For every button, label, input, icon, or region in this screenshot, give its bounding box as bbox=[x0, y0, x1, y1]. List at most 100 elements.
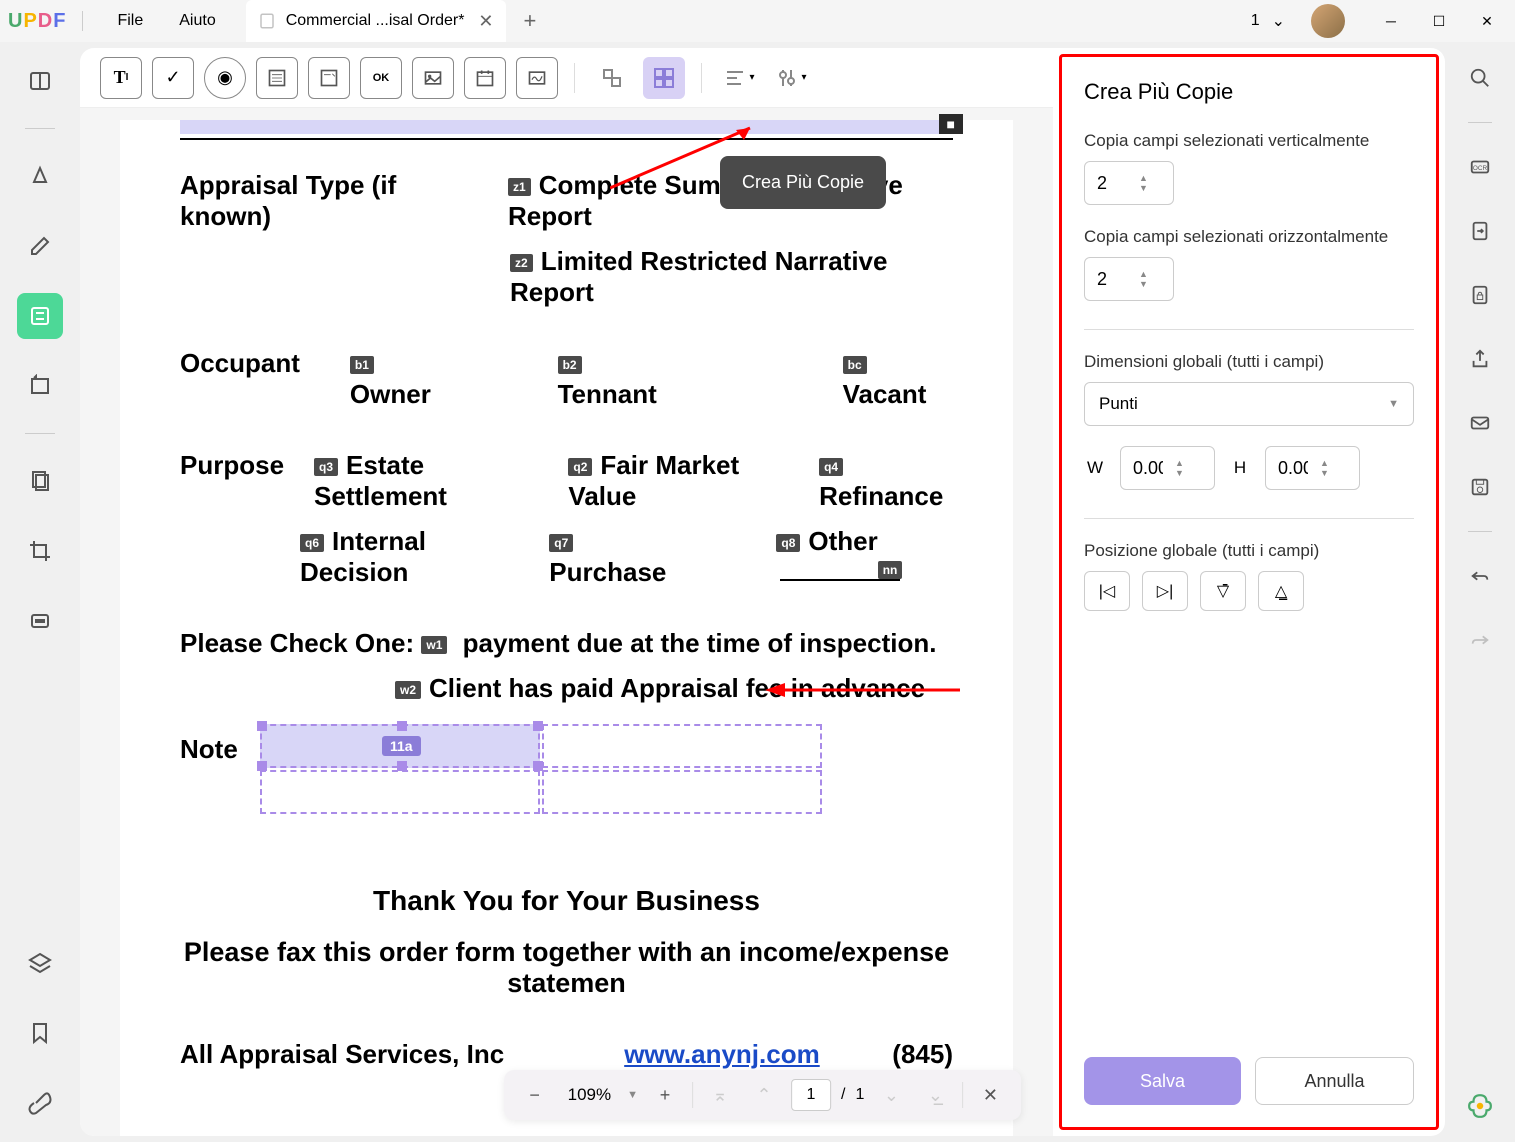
zoom-value[interactable]: 109% bbox=[562, 1085, 617, 1105]
right-rail: OCR bbox=[1445, 42, 1515, 1142]
field-q8[interactable]: q8 bbox=[776, 534, 800, 552]
prev-page-button[interactable]: ⌃ bbox=[747, 1078, 781, 1112]
page-sep: / bbox=[841, 1086, 845, 1104]
zoom-dropdown-icon[interactable]: ▼ bbox=[627, 1089, 638, 1101]
rail-bookmark-icon[interactable] bbox=[17, 1010, 63, 1056]
redo-icon[interactable] bbox=[1460, 620, 1500, 660]
multi-copy-tool[interactable] bbox=[643, 57, 685, 99]
rail-attachment-icon[interactable] bbox=[17, 1080, 63, 1126]
down-arrow-icon[interactable]: ▼ bbox=[1139, 279, 1148, 289]
chevron-down-icon[interactable]: ⌄ bbox=[1272, 11, 1285, 31]
protect-icon[interactable] bbox=[1460, 275, 1500, 315]
rail-highlight-icon[interactable] bbox=[17, 153, 63, 199]
ai-icon[interactable] bbox=[1460, 1086, 1500, 1126]
horizontal-copy-input[interactable]: ▲▼ bbox=[1084, 257, 1174, 301]
field-w1[interactable]: w1 bbox=[421, 636, 447, 654]
field-q3[interactable]: q3 bbox=[314, 458, 338, 476]
global-dims-label: Dimensioni globali (tutti i campi) bbox=[1084, 352, 1414, 372]
workspace-number[interactable]: 1 bbox=[1251, 12, 1260, 30]
ocr-icon[interactable]: OCR bbox=[1460, 147, 1500, 187]
field-z1[interactable]: z1 bbox=[508, 178, 531, 196]
menu-file[interactable]: File bbox=[99, 12, 161, 30]
height-input[interactable]: ▲▼ bbox=[1265, 446, 1360, 490]
user-avatar[interactable] bbox=[1311, 4, 1345, 38]
fax-text: Please fax this order form together with… bbox=[180, 937, 953, 999]
close-button[interactable]: ✕ bbox=[1467, 0, 1507, 42]
field-q4[interactable]: q4 bbox=[819, 458, 843, 476]
rail-layers-icon[interactable] bbox=[17, 940, 63, 986]
selected-field[interactable]: 11a bbox=[260, 724, 540, 768]
share-icon[interactable] bbox=[1460, 339, 1500, 379]
down-arrow-icon[interactable]: ▼ bbox=[1139, 183, 1148, 193]
up-arrow-icon[interactable]: ▲ bbox=[1139, 173, 1148, 183]
single-copy-tool[interactable] bbox=[591, 57, 633, 99]
minimize-button[interactable]: ─ bbox=[1371, 0, 1411, 42]
field-q6[interactable]: q6 bbox=[300, 534, 324, 552]
field-bc[interactable]: bc bbox=[843, 356, 867, 374]
last-page-button[interactable]: ⌄̲ bbox=[918, 1078, 952, 1112]
dropdown-tool[interactable] bbox=[308, 57, 350, 99]
height-label: H bbox=[1229, 458, 1251, 478]
settings-tool[interactable]: ▾ bbox=[770, 57, 812, 99]
new-tab-button[interactable]: + bbox=[524, 8, 537, 34]
undo-icon[interactable] bbox=[1460, 556, 1500, 596]
copy-preview-1 bbox=[542, 724, 822, 768]
signature-tool[interactable] bbox=[516, 57, 558, 99]
field-q2[interactable]: q2 bbox=[568, 458, 592, 476]
rail-reader-icon[interactable] bbox=[17, 58, 63, 104]
first-page-button[interactable]: ⌅ bbox=[703, 1078, 737, 1112]
document-viewport[interactable]: ■ Appraisal Type (if known) z1Complete S… bbox=[80, 108, 1053, 1136]
document-tab[interactable]: Commercial ...isal Order* ✕ bbox=[246, 0, 506, 42]
rail-form-icon[interactable] bbox=[17, 293, 63, 339]
rail-pages-icon[interactable] bbox=[17, 458, 63, 504]
field-nn[interactable]: nn bbox=[878, 561, 903, 579]
zoom-in-button[interactable]: + bbox=[648, 1078, 682, 1112]
next-page-button[interactable]: ⌄ bbox=[874, 1078, 908, 1112]
text-field-tool[interactable]: TI bbox=[100, 57, 142, 99]
zoom-out-button[interactable]: − bbox=[518, 1078, 552, 1112]
date-tool[interactable] bbox=[464, 57, 506, 99]
align-tool[interactable]: ▾ bbox=[718, 57, 760, 99]
note-label: Note bbox=[180, 734, 238, 764]
email-icon[interactable] bbox=[1460, 403, 1500, 443]
appraisal-type-label: Appraisal Type (if known) bbox=[180, 170, 468, 232]
save-icon[interactable] bbox=[1460, 467, 1500, 507]
button-tool[interactable]: OK bbox=[360, 57, 402, 99]
align-top-button[interactable]: ▽̄ bbox=[1200, 571, 1246, 611]
copy-preview-3 bbox=[542, 770, 822, 814]
rail-crop-icon[interactable] bbox=[17, 528, 63, 574]
checkbox-tool[interactable]: ✓ bbox=[152, 57, 194, 99]
align-right-button[interactable]: ▷| bbox=[1142, 571, 1188, 611]
units-select[interactable]: Punti▼ bbox=[1084, 382, 1414, 426]
rail-edit-icon[interactable] bbox=[17, 223, 63, 269]
page-input[interactable] bbox=[791, 1079, 831, 1111]
radio-tool[interactable]: ◉ bbox=[204, 57, 246, 99]
close-nav-button[interactable]: ✕ bbox=[973, 1078, 1007, 1112]
multi-copy-panel: Crea Più Copie Copia campi selezionati v… bbox=[1059, 54, 1439, 1130]
vertical-copy-input[interactable]: ▲▼ bbox=[1084, 161, 1174, 205]
document-page: ■ Appraisal Type (if known) z1Complete S… bbox=[120, 120, 1013, 1136]
search-icon[interactable] bbox=[1460, 58, 1500, 98]
rail-redact-icon[interactable] bbox=[17, 598, 63, 644]
listbox-tool[interactable] bbox=[256, 57, 298, 99]
field-q7[interactable]: q7 bbox=[549, 534, 573, 552]
up-arrow-icon[interactable]: ▲ bbox=[1139, 269, 1148, 279]
align-bottom-button[interactable]: △̲ bbox=[1258, 571, 1304, 611]
tab-close-icon[interactable]: ✕ bbox=[478, 11, 493, 32]
tooltip: Crea Più Copie bbox=[720, 156, 886, 209]
rail-organize-icon[interactable] bbox=[17, 363, 63, 409]
align-left-button[interactable]: |◁ bbox=[1084, 571, 1130, 611]
vertical-copy-label: Copia campi selezionati verticalmente bbox=[1084, 131, 1414, 151]
save-button[interactable]: Salva bbox=[1084, 1057, 1241, 1105]
image-tool[interactable] bbox=[412, 57, 454, 99]
company-url[interactable]: www.anynj.com bbox=[624, 1039, 820, 1070]
field-w2[interactable]: w2 bbox=[395, 681, 421, 699]
field-z2[interactable]: z2 bbox=[510, 254, 533, 272]
cancel-button[interactable]: Annulla bbox=[1255, 1057, 1414, 1105]
menu-help[interactable]: Aiuto bbox=[161, 12, 233, 30]
convert-icon[interactable] bbox=[1460, 211, 1500, 251]
width-input[interactable]: ▲▼ bbox=[1120, 446, 1215, 490]
maximize-button[interactable]: ☐ bbox=[1419, 0, 1459, 42]
field-b2[interactable]: b2 bbox=[558, 356, 582, 374]
field-b1[interactable]: b1 bbox=[350, 356, 374, 374]
